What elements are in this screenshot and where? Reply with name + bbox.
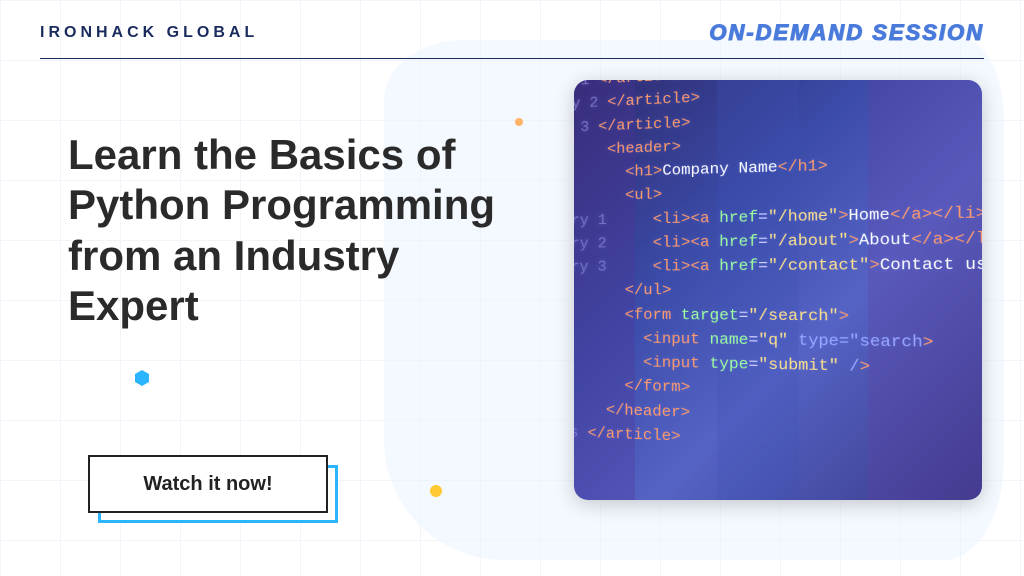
cta-label: Watch it now! <box>143 473 272 496</box>
dot-orange-icon <box>515 118 523 126</box>
brand-label: IRONHACK GLOBAL <box>40 24 258 42</box>
watch-now-button[interactable]: Watch it now! <box>88 455 328 513</box>
cta-container: Watch it now! <box>88 455 328 513</box>
code-preview-image: ory 1 </article>tory 2 </article>ory 3 <… <box>574 80 982 500</box>
dot-yellow-icon <box>430 485 442 497</box>
code-snippet: ory 1 </article>tory 2 </article>ory 3 <… <box>574 80 982 466</box>
page-heading: Learn the Basics of Python Programming f… <box>68 130 508 332</box>
page-header: IRONHACK GLOBAL ON-DEMAND SESSION <box>40 20 984 59</box>
session-tag: ON-DEMAND SESSION <box>709 20 984 46</box>
